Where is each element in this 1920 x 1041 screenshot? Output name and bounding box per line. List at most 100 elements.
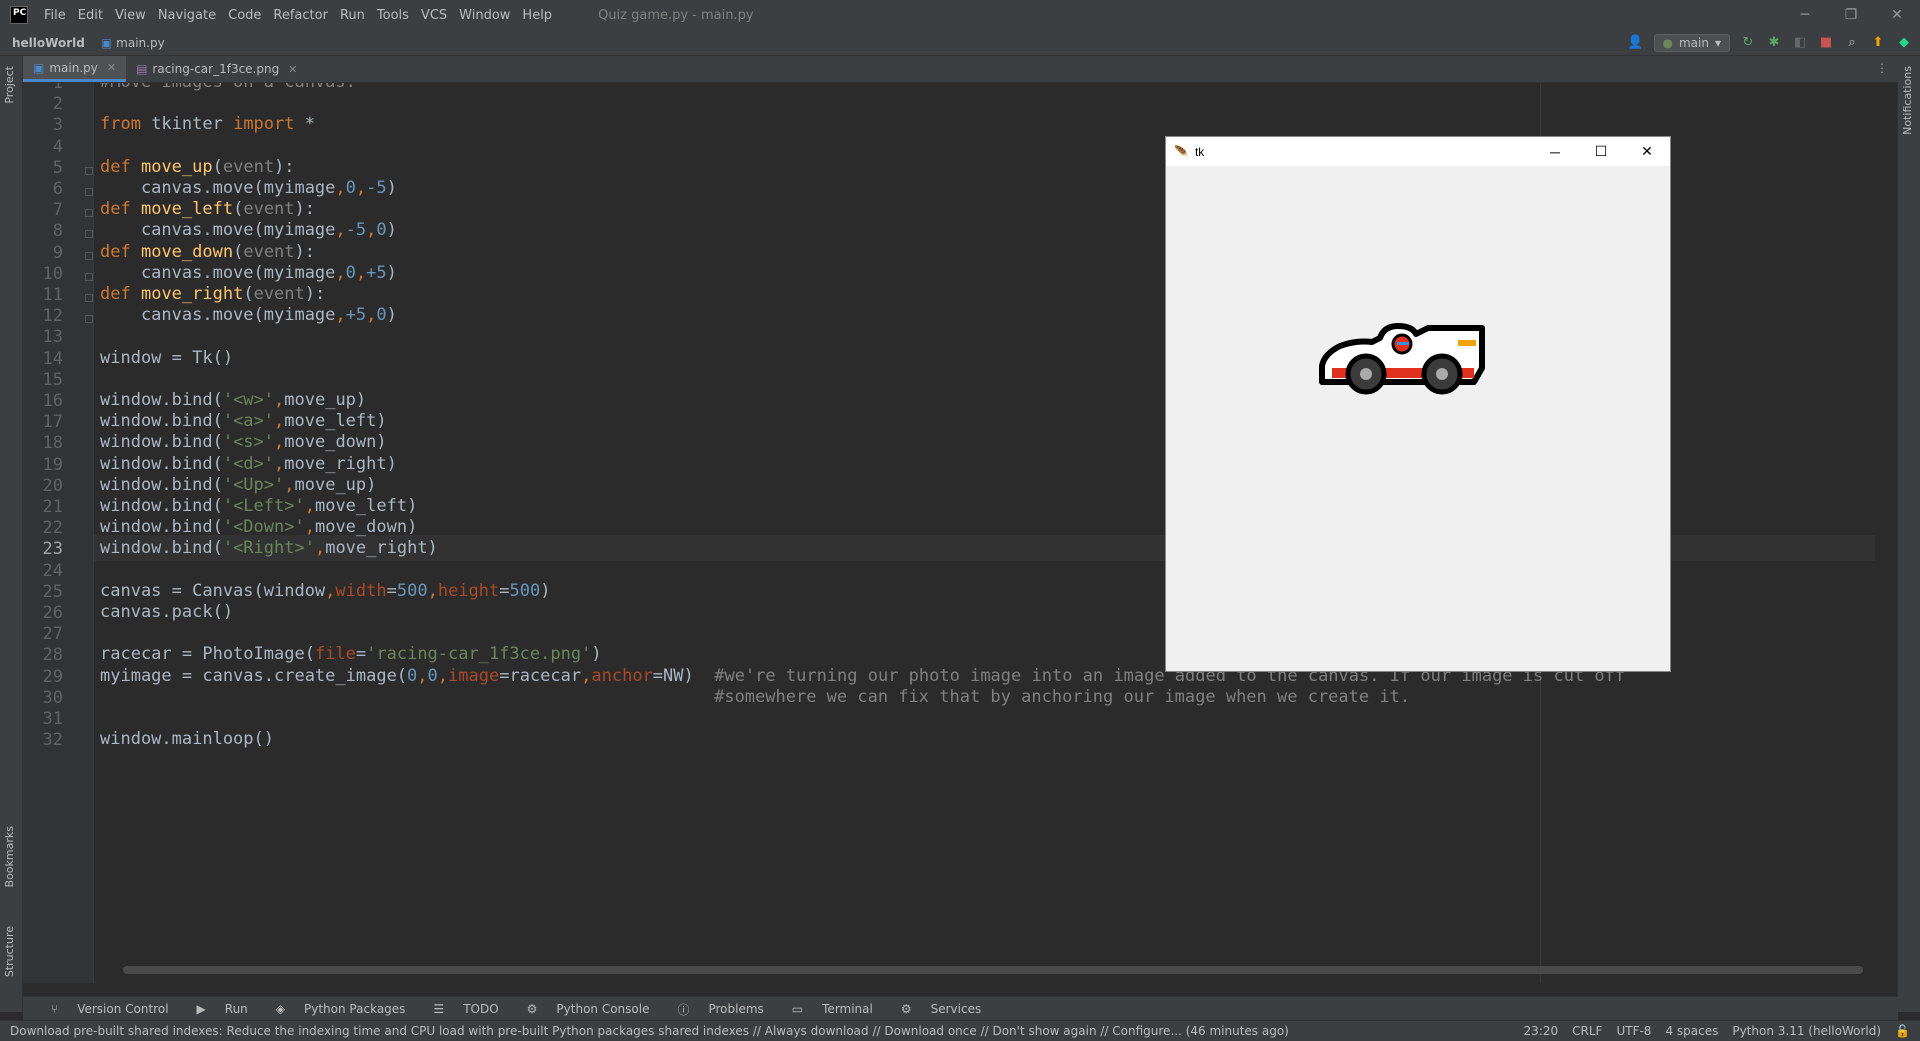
list-icon: ☰ bbox=[433, 1002, 445, 1016]
stop-icon[interactable]: ■ bbox=[1818, 35, 1834, 51]
coverage-icon[interactable]: ◧ bbox=[1792, 35, 1808, 51]
jetbrains-icon[interactable]: ◆ bbox=[1896, 35, 1912, 51]
tk-canvas[interactable] bbox=[1166, 166, 1670, 671]
code-line[interactable]: canvas.pack() bbox=[100, 599, 233, 625]
menu-refactor[interactable]: Refactor bbox=[267, 8, 334, 23]
breadcrumb-project[interactable]: helloWorld bbox=[12, 36, 85, 50]
editor-tabs: ▣ main.py ✕ ▤ racing-car_1f3ce.png ✕ ⋮ bbox=[23, 56, 1898, 83]
play-icon: ▶ bbox=[196, 1002, 206, 1016]
toolbar-right: 👤 ● main ▾ ↻ ✱ ◧ ■ ⌕ ⬆ ◆ bbox=[1627, 30, 1913, 55]
window-controls: ─ ❐ ✕ bbox=[1782, 0, 1920, 30]
lock-icon[interactable]: 🔓 bbox=[1895, 1024, 1910, 1038]
notifications-tool-button[interactable]: Notifications bbox=[1901, 66, 1914, 135]
menu-run[interactable]: Run bbox=[334, 8, 371, 23]
services-tool[interactable]: ⚙ Services bbox=[887, 1002, 981, 1016]
tk-title-bar[interactable]: 🪶 tk ─ ☐ ✕ bbox=[1166, 137, 1670, 166]
menu-help[interactable]: Help bbox=[516, 8, 558, 23]
racing-car-image bbox=[1319, 323, 1485, 395]
tk-window[interactable]: 🪶 tk ─ ☐ ✕ bbox=[1165, 136, 1671, 672]
user-icon[interactable]: 👤 bbox=[1627, 35, 1643, 51]
terminal-tool[interactable]: ▭ Terminal bbox=[778, 1002, 873, 1016]
close-tab-icon[interactable]: ✕ bbox=[288, 63, 297, 76]
menu-file[interactable]: File bbox=[38, 8, 72, 23]
code-line[interactable]: window.bind('<Right>',move_right) bbox=[100, 535, 438, 561]
tk-window-controls: ─ ☐ ✕ bbox=[1532, 137, 1670, 166]
python-file-icon: ▣ bbox=[100, 35, 113, 50]
tk-maximize-button[interactable]: ☐ bbox=[1578, 137, 1624, 166]
menu-code[interactable]: Code bbox=[222, 8, 267, 23]
python-run-icon: ● bbox=[1662, 35, 1673, 50]
python-interpreter[interactable]: Python 3.11 (helloWorld) bbox=[1732, 1024, 1881, 1038]
tool-label: Terminal bbox=[822, 1002, 873, 1016]
run-tool[interactable]: ▶ Run bbox=[183, 1002, 248, 1016]
tool-label: TODO bbox=[463, 1002, 499, 1016]
code-line[interactable]: canvas.move(myimage,+5,0) bbox=[100, 302, 397, 328]
more-tabs-icon[interactable]: ⋮ bbox=[1876, 61, 1888, 75]
todo-tool[interactable]: ☰ TODO bbox=[419, 1002, 498, 1016]
debug-icon[interactable]: ✱ bbox=[1766, 35, 1782, 51]
left-tool-strip: Project Bookmarks Structure bbox=[0, 56, 23, 1012]
code-line[interactable]: #somewhere we can fix that by anchoring … bbox=[100, 684, 1410, 710]
tool-label: Problems bbox=[708, 1002, 764, 1016]
menu-tools[interactable]: Tools bbox=[371, 8, 415, 23]
menu-window[interactable]: Window bbox=[453, 8, 516, 23]
status-message[interactable]: Download pre-built shared indexes: Reduc… bbox=[10, 1024, 1289, 1038]
tab-label: main.py bbox=[49, 60, 98, 75]
run-config-selector[interactable]: ● main ▾ bbox=[1653, 33, 1730, 52]
code-line[interactable]: window = Tk() bbox=[100, 345, 233, 371]
close-tab-icon[interactable]: ✕ bbox=[107, 61, 116, 74]
python-icon: ⚙ bbox=[526, 1002, 538, 1016]
info-icon: ⓘ bbox=[677, 1002, 690, 1017]
code-line[interactable]: window.mainloop() bbox=[100, 726, 274, 752]
branch-icon: ⑂ bbox=[51, 1002, 59, 1016]
bookmarks-tool-button[interactable]: Bookmarks bbox=[3, 826, 16, 887]
indent-setting[interactable]: 4 spaces bbox=[1665, 1024, 1718, 1038]
tool-label: Python Console bbox=[556, 1002, 650, 1016]
code-line[interactable]: from tkinter import * bbox=[100, 111, 315, 137]
tool-window-bar: ⑂ Version Control ▶ Run ◈ Python Packages ☰… bbox=[23, 996, 1898, 1021]
tk-window-title: tk bbox=[1194, 144, 1205, 159]
restore-button[interactable]: ❐ bbox=[1828, 0, 1874, 30]
menu-navigate[interactable]: Navigate bbox=[152, 8, 222, 23]
menu-edit[interactable]: Edit bbox=[72, 8, 109, 23]
tk-feather-icon: 🪶 bbox=[1174, 144, 1189, 159]
structure-tool-button[interactable]: Structure bbox=[3, 926, 16, 977]
tk-minimize-button[interactable]: ─ bbox=[1532, 137, 1578, 166]
minimize-button[interactable]: ─ bbox=[1782, 0, 1828, 30]
python-packages-tool[interactable]: ◈ Python Packages bbox=[262, 1002, 406, 1016]
project-tool-button[interactable]: Project bbox=[3, 66, 16, 104]
tab-main-py[interactable]: ▣ main.py ✕ bbox=[23, 56, 127, 82]
window-title: Quiz game.py - main.py bbox=[598, 7, 754, 23]
menu-view[interactable]: View bbox=[109, 8, 152, 23]
version-control-tool[interactable]: ⑂ Version Control bbox=[37, 1002, 169, 1016]
run-config-label: main bbox=[1678, 35, 1709, 50]
main-menu: File Edit View Navigate Code Refactor Ru… bbox=[38, 8, 558, 23]
tool-label: Version Control bbox=[77, 1002, 169, 1016]
code-line[interactable]: #Move images on a canvas: bbox=[100, 83, 356, 95]
status-widgets: 23:20 CRLF UTF-8 4 spaces Python 3.11 (h… bbox=[1524, 1021, 1910, 1041]
menu-vcs[interactable]: VCS bbox=[415, 8, 453, 23]
update-icon[interactable]: ⬆ bbox=[1870, 35, 1886, 51]
close-button[interactable]: ✕ bbox=[1874, 0, 1920, 30]
problems-tool[interactable]: ⓘ Problems bbox=[663, 1001, 763, 1018]
search-icon[interactable]: ⌕ bbox=[1844, 35, 1860, 51]
status-bar: Download pre-built shared indexes: Reduc… bbox=[0, 1020, 1920, 1041]
python-console-tool[interactable]: ⚙ Python Console bbox=[513, 1002, 650, 1016]
tool-label: Run bbox=[224, 1002, 248, 1016]
chevron-down-icon: ▾ bbox=[1714, 35, 1721, 50]
tab-racing-car-png[interactable]: ▤ racing-car_1f3ce.png ✕ bbox=[126, 56, 307, 82]
navigation-bar: helloWorld ▣ main.py 👤 ● main ▾ ↻ ✱ ◧ ■ … bbox=[0, 30, 1920, 56]
tk-close-button[interactable]: ✕ bbox=[1624, 137, 1670, 166]
pycharm-logo-icon: PC bbox=[10, 6, 28, 24]
caret-position[interactable]: 23:20 bbox=[1524, 1024, 1559, 1038]
horizontal-scrollbar[interactable] bbox=[123, 966, 1863, 974]
line-separator[interactable]: CRLF bbox=[1572, 1024, 1602, 1038]
rerun-icon[interactable]: ↻ bbox=[1740, 35, 1756, 51]
file-encoding[interactable]: UTF-8 bbox=[1616, 1024, 1651, 1038]
tab-label: racing-car_1f3ce.png bbox=[152, 62, 280, 76]
breadcrumb-file[interactable]: ▣ main.py bbox=[101, 36, 165, 50]
title-bar: PC File Edit View Navigate Code Refactor… bbox=[0, 0, 1920, 30]
terminal-icon: ▭ bbox=[791, 1002, 804, 1016]
tool-label: Python Packages bbox=[304, 1002, 406, 1016]
right-tool-strip: Notifications bbox=[1897, 56, 1920, 1012]
